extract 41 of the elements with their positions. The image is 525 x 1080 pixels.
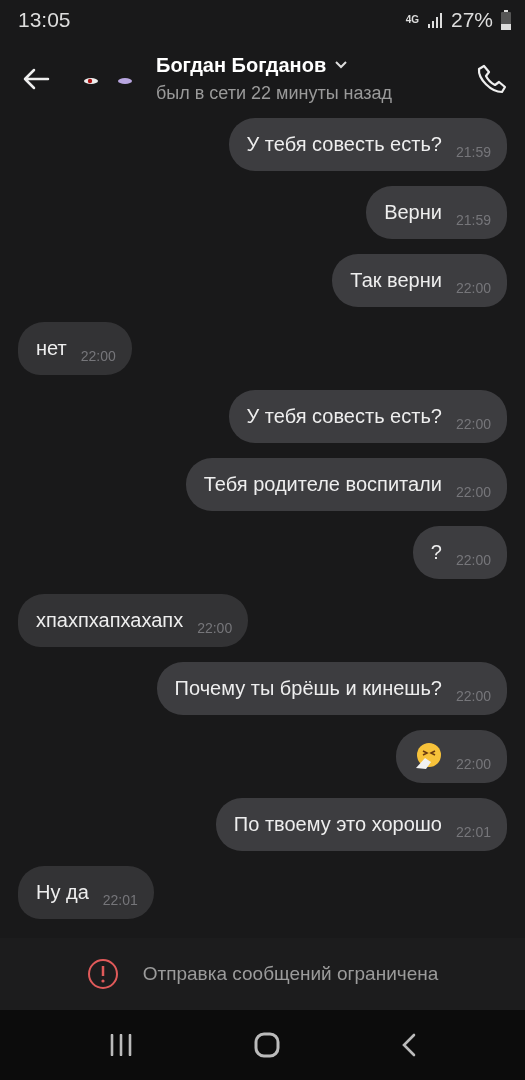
signal-icon: [426, 11, 443, 28]
battery-icon: [501, 9, 511, 30]
home-icon[interactable]: [253, 1032, 280, 1058]
message-text: У тебя совесть есть?: [246, 404, 442, 430]
message-time: 22:00: [197, 618, 233, 638]
chevron-down-icon[interactable]: [334, 60, 349, 71]
message-text: хпахпхапхахапх: [36, 608, 184, 634]
message-text: Ну да: [36, 880, 89, 906]
message-time: 22:00: [455, 414, 491, 434]
message-text: У тебя совесть есть?: [246, 132, 442, 158]
message-text: По твоему это хорошо: [233, 812, 442, 838]
warning-icon: [86, 958, 119, 990]
clock-text: 13:05: [18, 7, 71, 34]
message-time: 21:59: [455, 142, 491, 162]
message-time: 22:01: [102, 890, 138, 910]
message-text: Так верни: [350, 268, 442, 294]
back-icon[interactable]: [22, 66, 50, 91]
notice-text: Отправка сообщений ограничена: [142, 961, 439, 986]
recent-apps-icon[interactable]: [108, 1034, 133, 1056]
message-time: 22:00: [455, 754, 491, 774]
message-time: 22:00: [455, 550, 491, 570]
sneezing-face-icon: [413, 742, 442, 771]
message-text: Верни: [384, 200, 442, 226]
message-time: 22:00: [455, 482, 491, 502]
message-text: ?: [430, 540, 442, 566]
phone-icon[interactable]: [475, 62, 507, 95]
message-time: 22:00: [455, 686, 491, 706]
last-seen-text: был в сети 22 минуты назад: [156, 82, 393, 106]
network-type-text: 4G: [405, 13, 419, 28]
message-time: 22:00: [80, 346, 116, 366]
message-text: Почему ты брёшь и кинешь?: [174, 676, 442, 702]
message-time: 22:00: [455, 278, 491, 298]
message-text: Тебя родителе воспитали: [203, 472, 442, 498]
eye-icon: [84, 77, 98, 84]
contact-name: Богдан Богданов: [156, 53, 327, 79]
eye-icon: [118, 77, 132, 84]
message-text: нет: [36, 336, 67, 362]
message-time: 22:01: [455, 822, 491, 842]
battery-text: 27%: [450, 7, 493, 34]
back-nav-icon[interactable]: [400, 1033, 417, 1057]
message-time: 21:59: [455, 210, 491, 230]
